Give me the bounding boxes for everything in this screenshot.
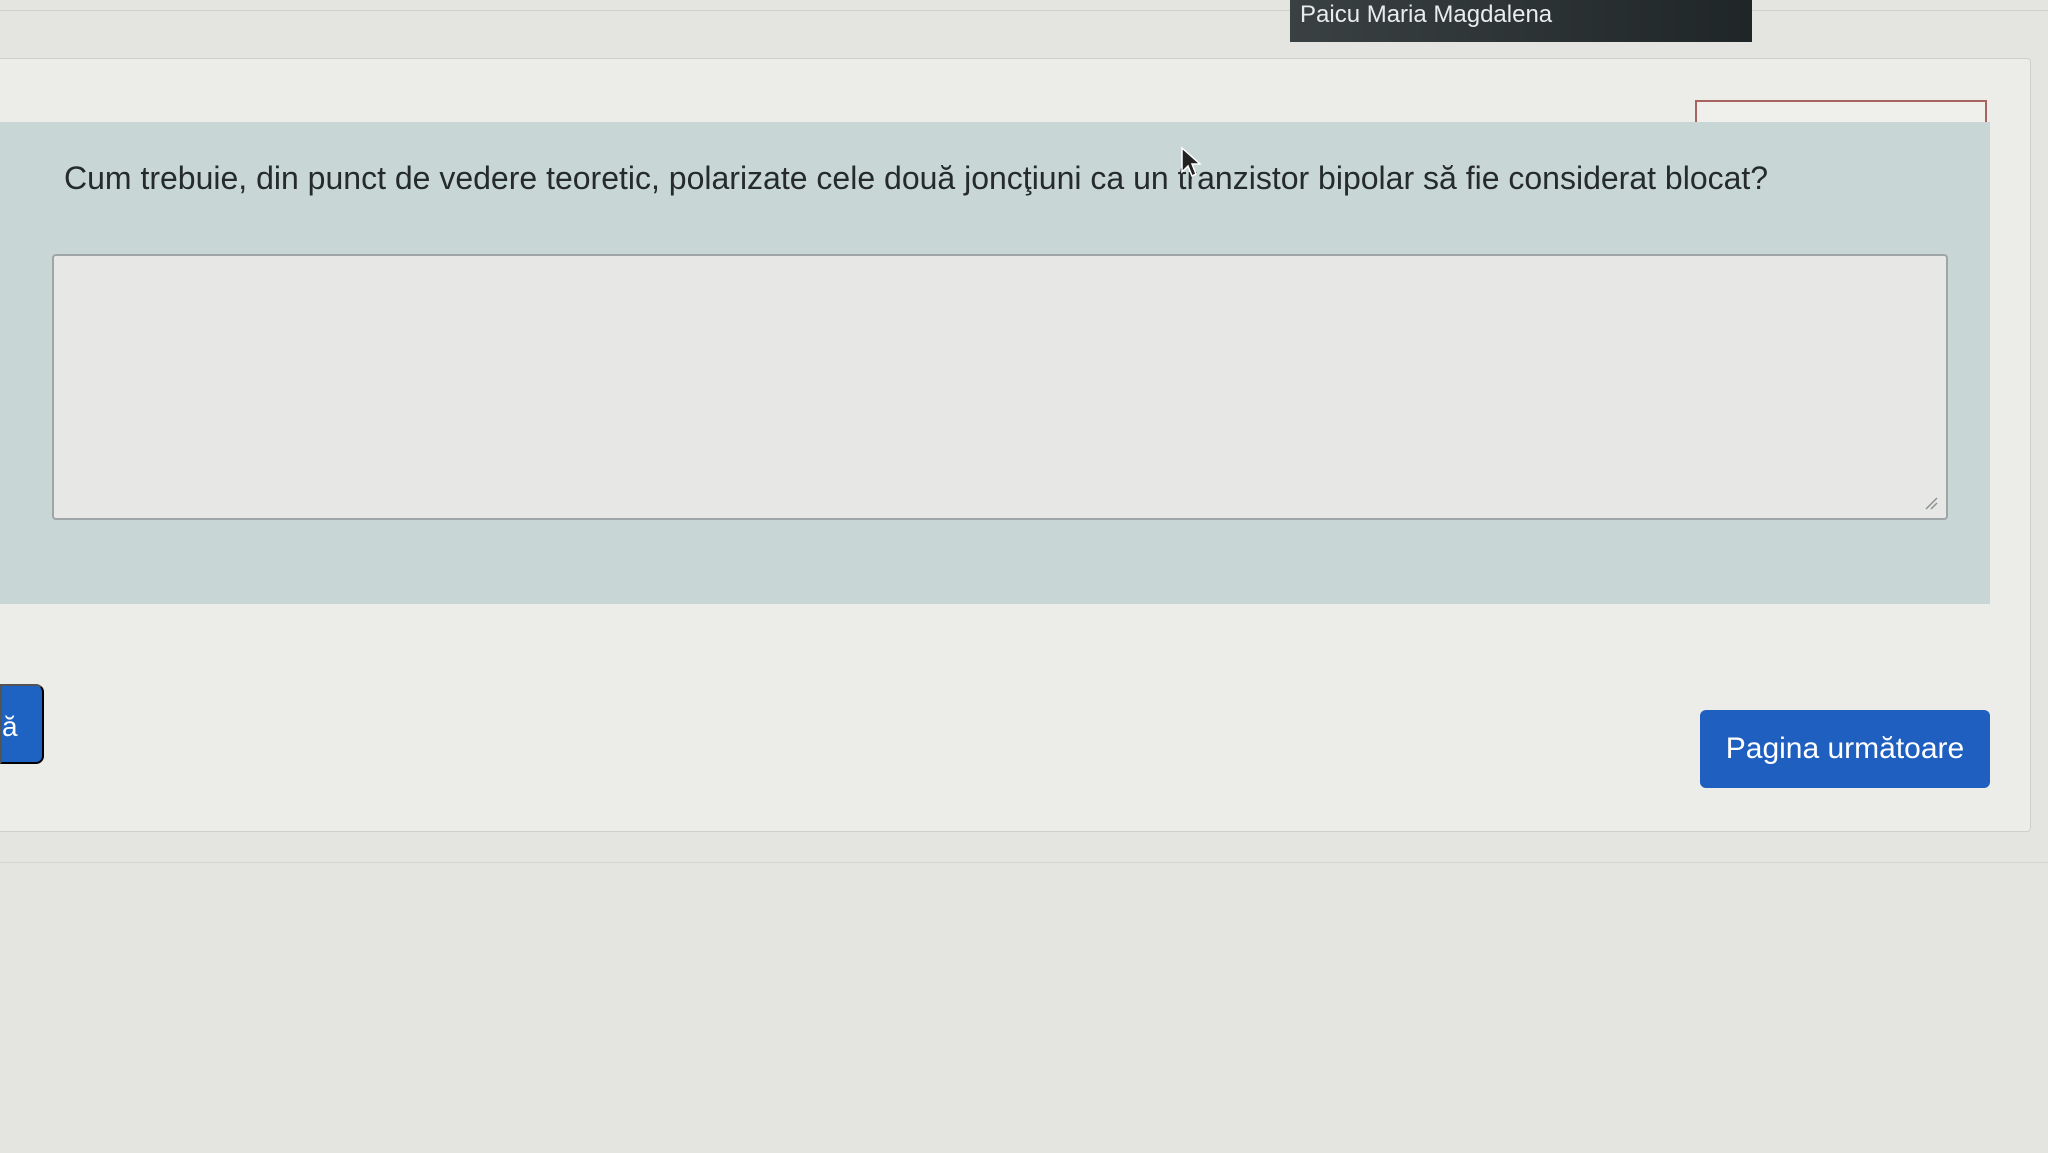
question-text: Cum trebuie, din punct de vedere teoreti…	[64, 160, 1769, 196]
next-page-button[interactable]: Pagina următoare	[1700, 710, 1990, 788]
resize-grip-icon[interactable]	[1924, 496, 1938, 510]
previous-page-button[interactable]: ă	[0, 684, 44, 764]
participant-video-tile: Paicu Maria Magdalena	[1290, 0, 1752, 42]
answer-textarea[interactable]	[52, 254, 1948, 520]
bottom-divider	[0, 862, 2048, 863]
participant-name: Paicu Maria Magdalena	[1300, 1, 1553, 28]
question-panel: Cum trebuie, din punct de vedere teoreti…	[0, 122, 1990, 604]
arrow-pointer-icon	[1180, 146, 1204, 180]
